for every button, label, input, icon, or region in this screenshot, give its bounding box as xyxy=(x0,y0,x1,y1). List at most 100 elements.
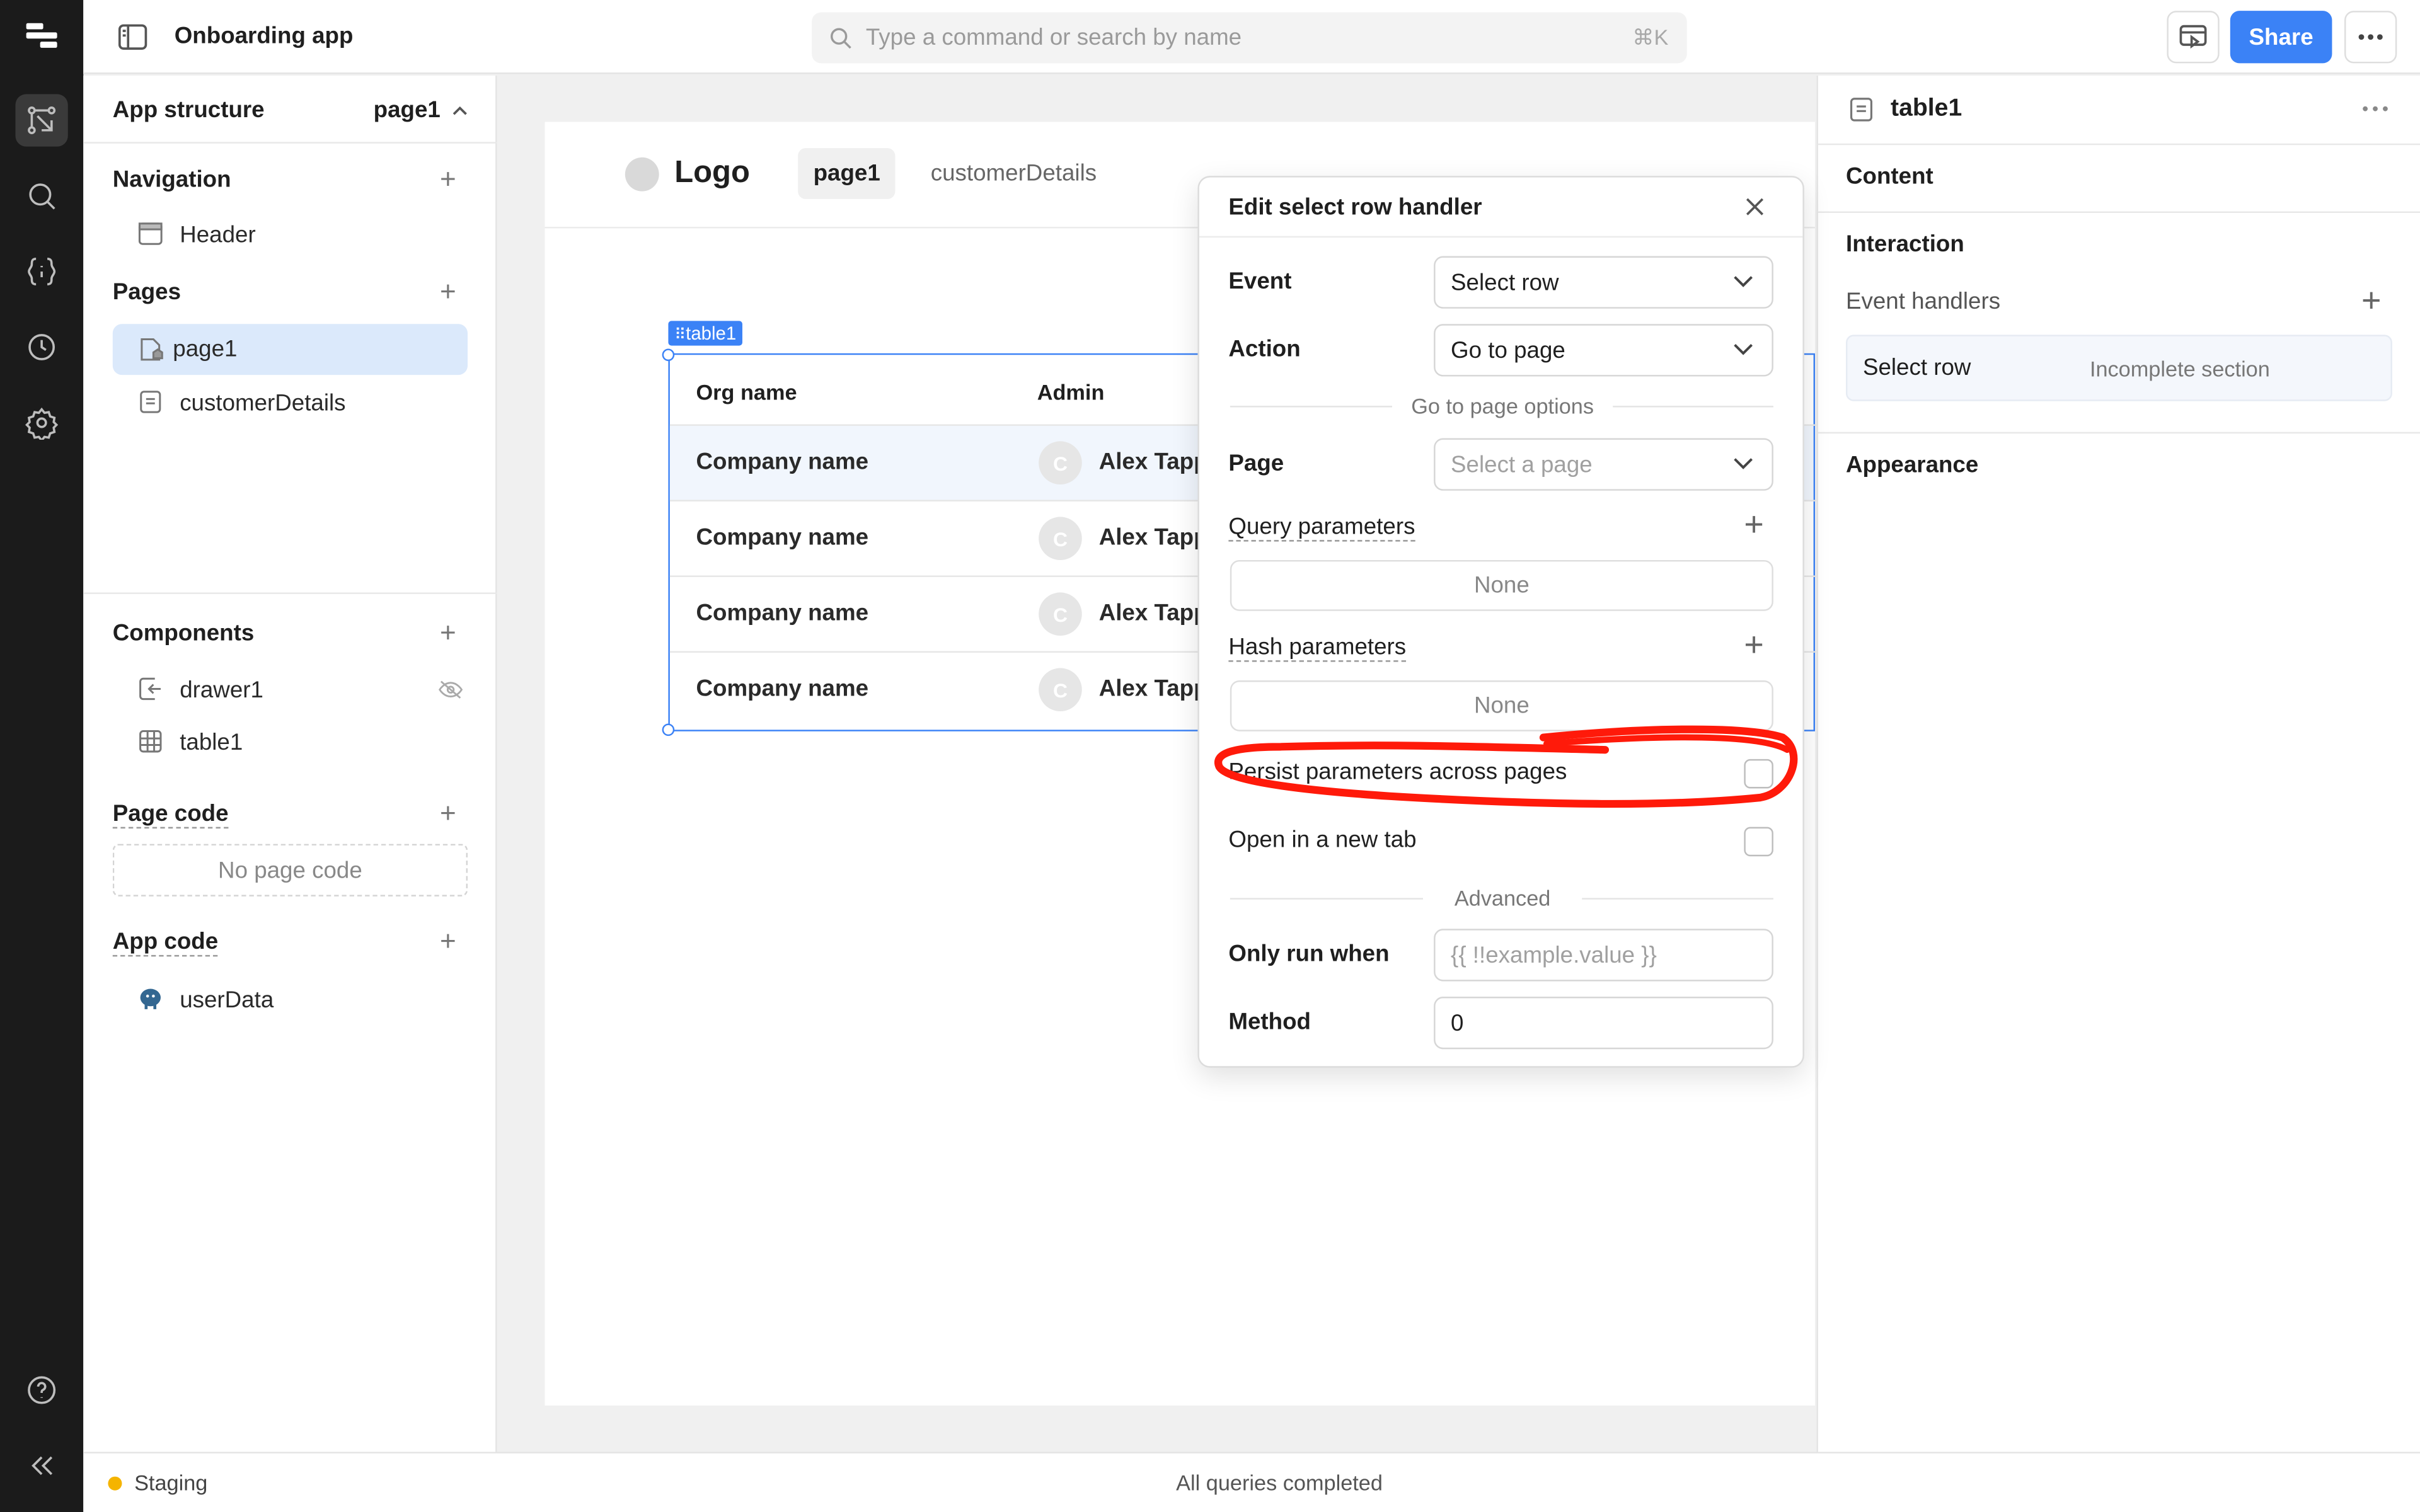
add-query-parameter-button[interactable]: + xyxy=(1744,507,1763,542)
add-page-code-button[interactable]: + xyxy=(440,799,456,827)
org-name-cell: Company name xyxy=(696,600,869,627)
admin-cell: Alex Tapp xyxy=(1098,600,1208,627)
component-item-table1[interactable]: table1 xyxy=(137,728,243,758)
action-select-value: Go to page xyxy=(1451,338,1565,364)
app-code-item-userdata[interactable]: userData xyxy=(137,986,274,1016)
preview-button[interactable] xyxy=(2167,11,2220,64)
app-title[interactable]: Onboarding app xyxy=(175,23,354,50)
history-icon[interactable] xyxy=(15,321,67,373)
page-switcher[interactable]: page1 xyxy=(374,97,467,123)
divider xyxy=(1582,898,1773,900)
more-dots-icon[interactable] xyxy=(2361,105,2389,113)
open-new-tab-checkbox[interactable] xyxy=(1744,827,1773,857)
divider xyxy=(1230,406,1392,408)
add-app-code-button[interactable]: + xyxy=(440,927,456,955)
queries-status: All queries completed xyxy=(1176,1470,1383,1496)
handler-status-label: Incomplete section xyxy=(2089,356,2270,381)
left-rail xyxy=(0,0,84,1512)
inspector-component-name[interactable]: table1 xyxy=(1891,96,1962,123)
table-tag-label: table1 xyxy=(686,322,737,345)
page-item-label: page1 xyxy=(173,336,238,363)
page-nav-tab-customerdetails[interactable]: customerDetails xyxy=(931,161,1097,187)
column-header-org-name[interactable]: Org name xyxy=(696,379,797,404)
no-page-code-placeholder: No page code xyxy=(112,844,468,896)
status-bar: Staging All queries completed xyxy=(83,1452,2420,1512)
divider xyxy=(1613,406,1773,408)
sidebar-toggle-icon[interactable] xyxy=(117,21,148,52)
org-name-cell: Company name xyxy=(696,675,869,702)
appearance-section[interactable]: Appearance xyxy=(1846,452,1978,479)
app-structure-icon[interactable] xyxy=(15,94,68,147)
page-nav-tab-page1[interactable]: page1 xyxy=(798,148,896,199)
help-icon[interactable] xyxy=(15,1364,67,1416)
column-header-admin[interactable]: Admin xyxy=(1037,379,1105,404)
inspector-panel: table1 Content Interaction Event handler… xyxy=(1816,76,2420,1452)
divider xyxy=(83,592,497,594)
persist-parameters-checkbox[interactable] xyxy=(1744,759,1773,789)
handler-event-label: Select row xyxy=(1862,355,1971,381)
navigation-section-title: Navigation xyxy=(112,166,231,193)
admin-cell: Alex Tapp xyxy=(1098,524,1208,551)
search-shortcut: ⌘K xyxy=(1632,25,1669,50)
nav-item-header[interactable]: Header xyxy=(137,220,256,250)
preview-icon xyxy=(2179,25,2207,49)
close-icon[interactable] xyxy=(1744,196,1765,217)
collapse-chevrons-icon[interactable] xyxy=(15,1440,67,1492)
current-page-label: page1 xyxy=(373,97,441,123)
header-frame-icon xyxy=(138,222,163,245)
chevron-down-icon xyxy=(1734,458,1753,469)
only-run-when-label: Only run when xyxy=(1228,941,1390,968)
table-icon xyxy=(139,730,162,753)
event-handler-item[interactable]: Select row Incomplete section xyxy=(1846,335,2392,401)
divider xyxy=(1818,143,2420,146)
page-item-customerdetails[interactable]: customerDetails xyxy=(137,389,346,418)
retool-logo-icon[interactable] xyxy=(15,11,67,63)
add-page-button[interactable]: + xyxy=(440,278,456,306)
query-parameters-empty: None xyxy=(1230,559,1773,611)
hash-parameters-label: Hash parameters xyxy=(1228,634,1407,662)
method-input[interactable]: 0 xyxy=(1434,997,1773,1050)
divider xyxy=(1199,236,1803,238)
logo-text: Logo xyxy=(674,156,750,190)
search-icon[interactable] xyxy=(15,169,67,222)
method-value: 0 xyxy=(1451,1011,1464,1037)
interaction-section[interactable]: Interaction xyxy=(1846,231,1964,258)
add-navigation-button[interactable]: + xyxy=(440,165,456,193)
more-options-button[interactable] xyxy=(2344,11,2397,64)
content-section[interactable]: Content xyxy=(1846,164,1933,190)
share-button[interactable]: Share xyxy=(2230,11,2332,64)
sidebar-title: App structure xyxy=(112,97,265,123)
event-select[interactable]: Select row xyxy=(1434,256,1773,309)
drawer-icon xyxy=(139,677,161,701)
divider xyxy=(83,142,497,144)
add-component-button[interactable]: + xyxy=(440,619,456,646)
avatar: C xyxy=(1039,592,1082,636)
divider xyxy=(1818,211,2420,213)
add-hash-parameter-button[interactable]: + xyxy=(1744,627,1763,662)
only-run-when-input[interactable]: {{ !!example.value }} xyxy=(1434,929,1773,982)
settings-gear-icon[interactable] xyxy=(15,396,67,449)
org-name-cell: Company name xyxy=(696,449,869,476)
resize-handle[interactable] xyxy=(662,348,675,362)
action-select[interactable]: Go to page xyxy=(1434,324,1773,377)
logo-circle-icon xyxy=(625,157,659,192)
component-item-drawer1[interactable]: drawer1 xyxy=(137,676,263,706)
admin-cell: Alex Tapp xyxy=(1098,675,1208,702)
page-select[interactable]: Select a page xyxy=(1434,438,1773,491)
environment-label[interactable]: Staging xyxy=(134,1470,207,1495)
command-search[interactable]: Type a command or search by name ⌘K xyxy=(812,12,1687,64)
table-selection-tag[interactable]: ⠿table1 xyxy=(668,321,743,346)
app-structure-sidebar: App structure page1 Navigation + Header … xyxy=(83,76,497,1452)
modal-title: Edit select row handler xyxy=(1228,194,1482,221)
hidden-eye-icon[interactable] xyxy=(439,679,463,709)
chevron-down-icon xyxy=(1734,343,1753,355)
add-event-handler-button[interactable]: + xyxy=(2361,283,2381,318)
advanced-divider: Advanced xyxy=(1454,885,1551,910)
action-label: Action xyxy=(1228,336,1301,363)
page-item-page1[interactable]: page1 xyxy=(112,324,468,375)
event-label: Event xyxy=(1228,268,1292,295)
code-braces-icon[interactable] xyxy=(15,245,67,297)
resize-handle[interactable] xyxy=(662,723,675,736)
app-code-section-title: App code xyxy=(112,929,219,957)
event-select-value: Select row xyxy=(1451,270,1559,297)
